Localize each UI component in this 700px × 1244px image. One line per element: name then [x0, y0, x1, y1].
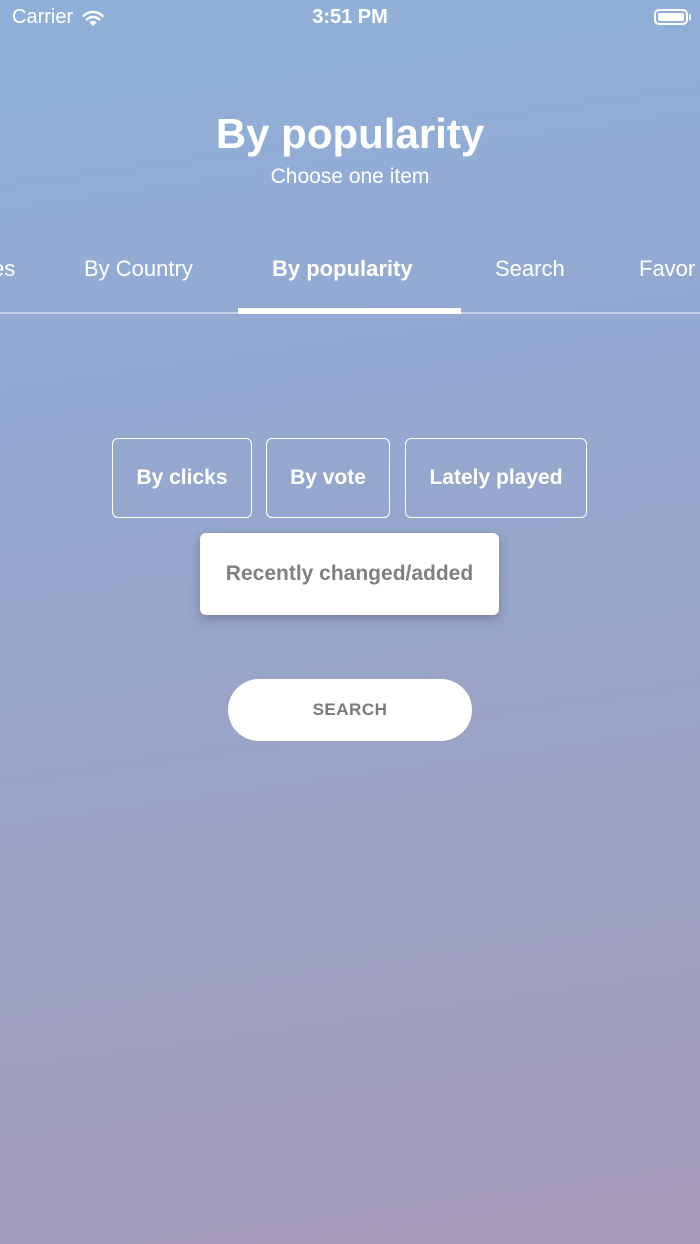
page-subtitle: Choose one item: [270, 165, 430, 188]
tab-bar: es By Country By popularity Search Favor: [0, 230, 700, 314]
tab-by-popularity[interactable]: By popularity: [272, 256, 413, 282]
screen: Carrier 3:51 PM By popularity Choose one…: [0, 0, 700, 1244]
tab-languages[interactable]: es: [0, 256, 15, 282]
tab-by-country[interactable]: By Country: [84, 256, 193, 282]
tab-search[interactable]: Search: [495, 256, 565, 282]
filter-lately-played-button[interactable]: Lately played: [405, 438, 587, 518]
status-bar: Carrier 3:51 PM: [0, 0, 700, 36]
tab-favorites[interactable]: Favor: [639, 256, 695, 282]
page-title: By popularity: [215, 110, 485, 157]
filter-recently-changed-button[interactable]: Recently changed/added: [200, 533, 499, 615]
filter-by-clicks-button[interactable]: By clicks: [112, 438, 252, 518]
battery-level: [658, 13, 684, 21]
active-tab-indicator: [238, 308, 461, 314]
filter-by-vote-button[interactable]: By vote: [266, 438, 390, 518]
search-button[interactable]: SEARCH: [228, 679, 472, 741]
battery-icon: [654, 9, 691, 25]
status-time: 3:51 PM: [312, 6, 388, 28]
